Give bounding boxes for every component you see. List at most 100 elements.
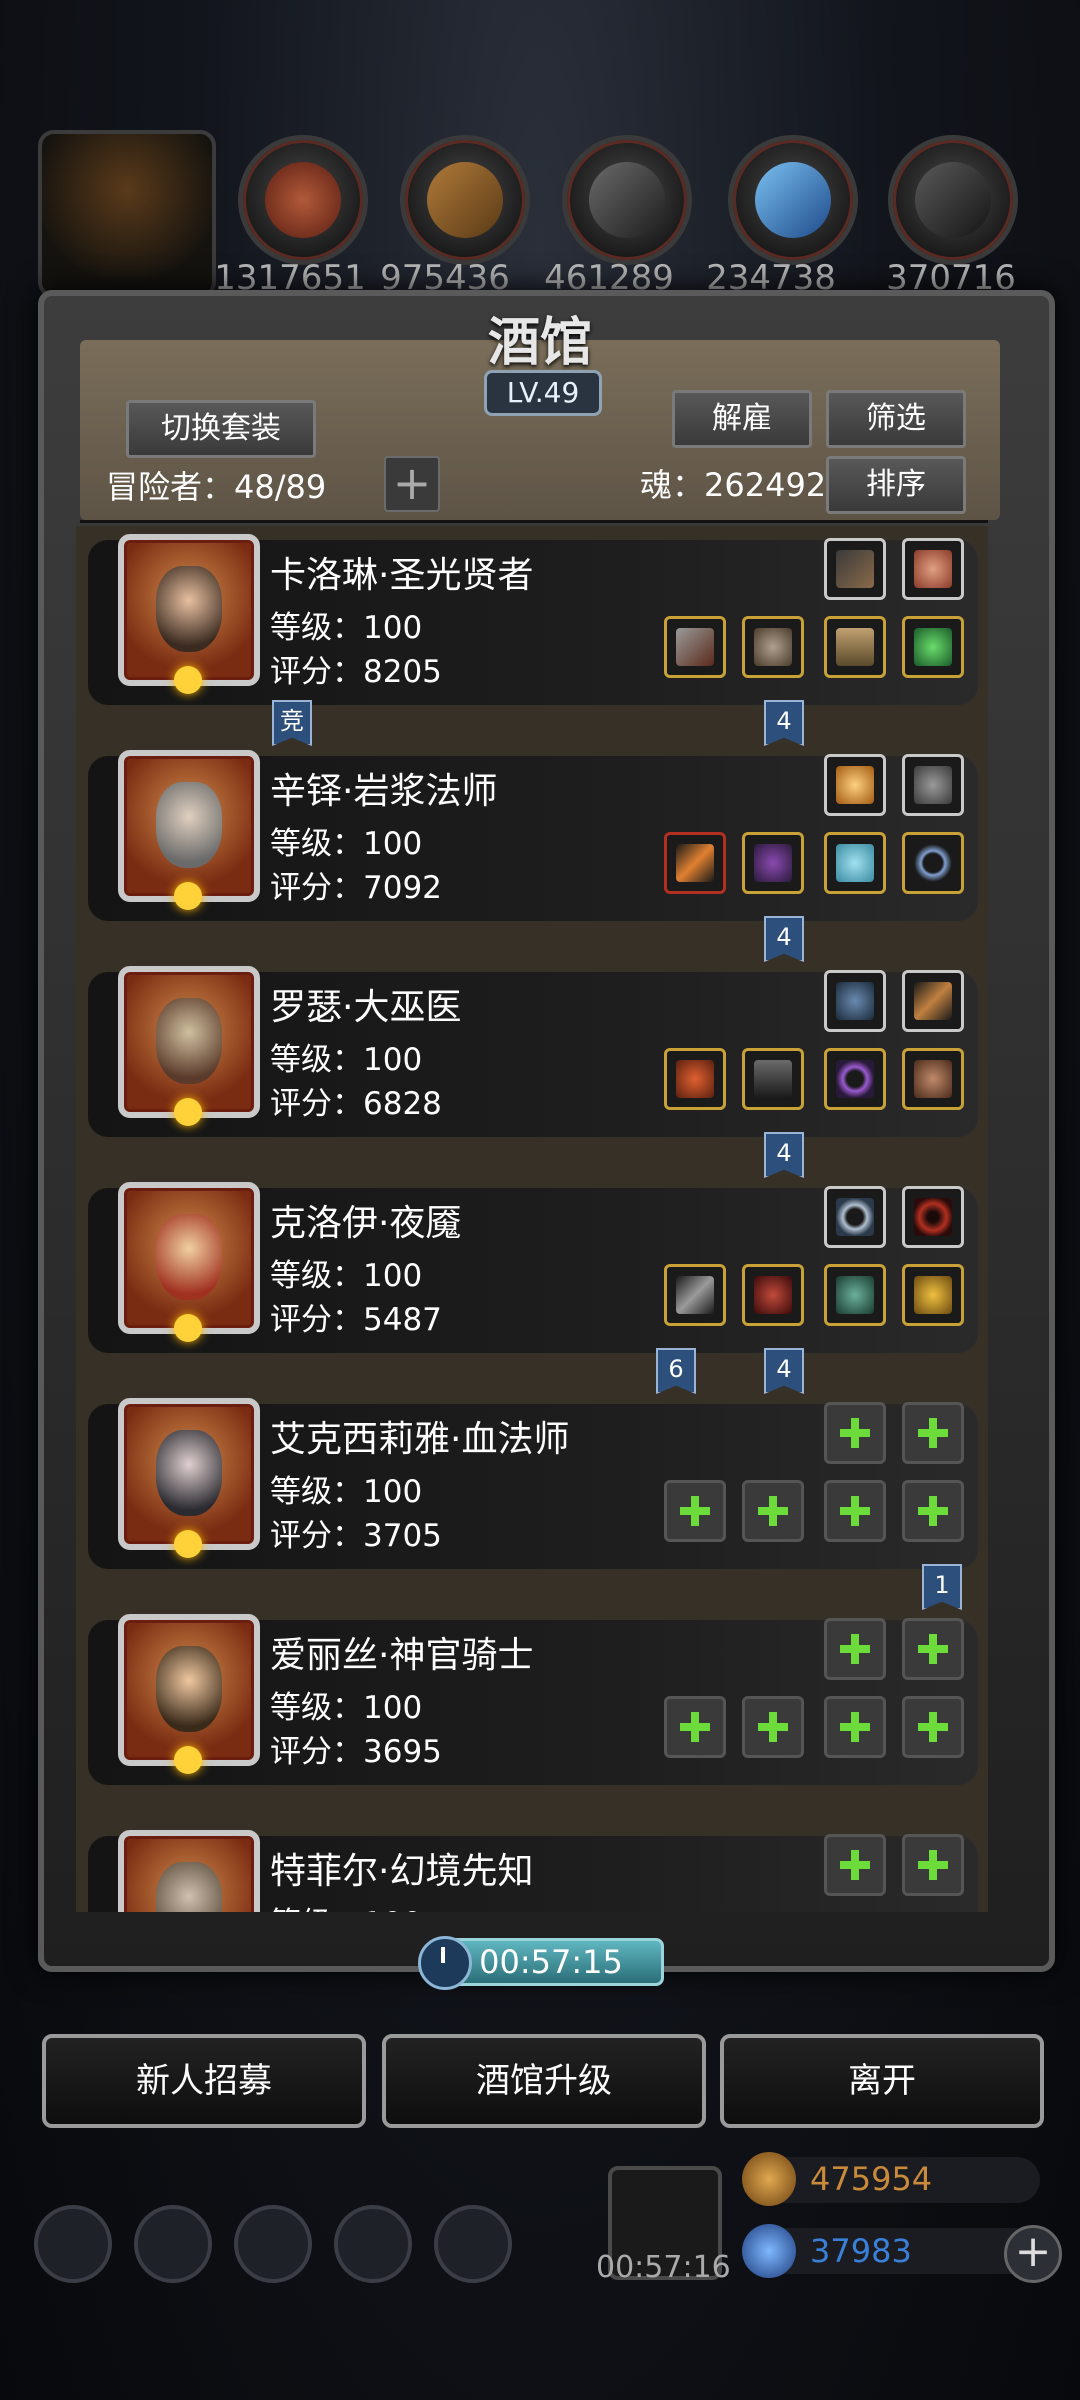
wood-icon[interactable]	[400, 135, 530, 265]
hero-level: 等级：100	[270, 1474, 423, 1510]
hero-portrait[interactable]	[118, 1398, 260, 1558]
moon-icon	[174, 1314, 202, 1342]
shield-icon[interactable]	[234, 2205, 312, 2283]
empty-slot-icon[interactable]	[824, 1834, 886, 1896]
hero-portrait[interactable]	[118, 534, 260, 694]
hero-row[interactable]: 特菲尔·幻境先知 等级：100	[88, 1830, 978, 1912]
empty-slot-icon[interactable]	[902, 1834, 964, 1896]
hero-name: 罗瑟·大巫医	[270, 987, 462, 1028]
empty-slot-icon[interactable]	[902, 1480, 964, 1542]
mace-icon[interactable]	[664, 1048, 726, 1110]
hero-name: 艾克西莉雅·血法师	[270, 1419, 570, 1460]
hero-score: 评分：3705	[270, 1518, 442, 1554]
hero-portrait[interactable]	[118, 1614, 260, 1774]
red-armor-icon[interactable]	[742, 1264, 804, 1326]
filter-button[interactable]: 筛选	[826, 390, 966, 448]
empty-slot-icon[interactable]	[824, 1618, 886, 1680]
settings-icon[interactable]	[34, 2205, 112, 2283]
empty-slot-icon[interactable]	[824, 1480, 886, 1542]
empty-slot-icon[interactable]	[824, 1696, 886, 1758]
hero-portrait[interactable]	[118, 1182, 260, 1342]
hero-row[interactable]: 艾克西莉雅·血法师 等级：100 评分：3705 1	[88, 1398, 978, 1610]
add-currency-button[interactable]: +	[1004, 2225, 1062, 2283]
gold-ring-icon[interactable]	[902, 1264, 964, 1326]
armor-icon[interactable]	[742, 616, 804, 678]
amulet-icon[interactable]	[824, 832, 886, 894]
dagger-icon[interactable]	[902, 970, 964, 1032]
rune-stone-icon[interactable]	[902, 754, 964, 816]
hero-score: 评分：8205	[270, 654, 442, 690]
potion-icon[interactable]	[824, 970, 886, 1032]
leaf-amulet-icon[interactable]	[902, 616, 964, 678]
scroll-icon[interactable]	[902, 538, 964, 600]
hero-score: 评分：6828	[270, 1086, 442, 1122]
gem-icon	[742, 2224, 796, 2278]
gun-icon[interactable]	[824, 538, 886, 600]
empty-slot-icon[interactable]	[742, 1480, 804, 1542]
hero-score: 评分：3695	[270, 1734, 442, 1770]
ring-icon[interactable]	[902, 832, 964, 894]
gold-value: 475954	[810, 2160, 933, 2198]
hero-row[interactable]: 爱丽丝·神官骑士 等级：100 评分：3695	[88, 1614, 978, 1785]
hero-level: 等级：100	[270, 1042, 423, 1078]
crystal-icon[interactable]	[728, 135, 858, 265]
empty-slot-icon[interactable]	[902, 1402, 964, 1464]
empty-slot-icon[interactable]	[664, 1480, 726, 1542]
tag-badge: 1	[922, 1564, 962, 1610]
upgrade-button[interactable]: 酒馆升级	[382, 2034, 706, 2128]
bangle-icon[interactable]	[824, 1048, 886, 1110]
moon-icon	[174, 666, 202, 694]
hero-portrait[interactable]	[118, 966, 260, 1126]
meat-icon[interactable]	[238, 135, 368, 265]
mail-icon[interactable]	[334, 2205, 412, 2283]
sword-icon[interactable]	[664, 1264, 726, 1326]
cloak-icon[interactable]	[742, 1048, 804, 1110]
star-icon[interactable]	[134, 2205, 212, 2283]
hero-name: 克洛伊·夜魇	[270, 1203, 462, 1244]
chain-ring-icon[interactable]	[824, 1186, 886, 1248]
trophy-icon[interactable]	[824, 754, 886, 816]
hammer-icon[interactable]	[664, 616, 726, 678]
sort-button[interactable]: 排序	[826, 456, 966, 514]
empty-slot-icon[interactable]	[824, 1402, 886, 1464]
hero-portrait[interactable]	[118, 750, 260, 910]
recruit-button[interactable]: 新人招募	[42, 2034, 366, 2128]
hero-level: 等级：100	[270, 1258, 423, 1294]
tag-badge: 4	[764, 1132, 804, 1178]
hero-row[interactable]: 卡洛琳·圣光贤者 等级：100 评分：8205 竞 4	[88, 534, 978, 746]
add-slot-button[interactable]: +	[384, 456, 440, 512]
hero-list[interactable]: 卡洛琳·圣光贤者 等级：100 评分：8205 竞 4 辛铎·岩浆法师 等级：1…	[76, 526, 988, 1912]
empty-slot-icon[interactable]	[664, 1696, 726, 1758]
hero-score: 评分：5487	[270, 1302, 442, 1338]
level-badge: LV.49	[484, 370, 602, 416]
empty-slot-icon[interactable]	[742, 1696, 804, 1758]
hero-level: 等级：100	[270, 610, 423, 646]
hooded-figure-icon[interactable]	[38, 130, 216, 298]
charm-icon[interactable]	[902, 1048, 964, 1110]
header-divider	[80, 520, 988, 523]
soul-count: 魂：262492	[640, 466, 827, 504]
empty-slot-icon[interactable]	[902, 1618, 964, 1680]
skull-icon[interactable]	[434, 2205, 512, 2283]
robe-icon[interactable]	[742, 832, 804, 894]
moon-icon	[174, 1746, 202, 1774]
bracer-icon[interactable]	[824, 616, 886, 678]
staff-icon[interactable]	[664, 832, 726, 894]
hero-row[interactable]: 辛铎·岩浆法师 等级：100 评分：7092 4	[88, 750, 978, 962]
tag-badge: 竞	[272, 700, 312, 746]
page-title: 酒馆	[487, 312, 592, 373]
stone-icon[interactable]	[888, 135, 1018, 265]
hero-row[interactable]: 克洛伊·夜魇 等级：100 评分：5487 6 4	[88, 1182, 978, 1394]
iron-icon[interactable]	[562, 135, 692, 265]
hero-row[interactable]: 罗瑟·大巫医 等级：100 评分：6828 4	[88, 966, 978, 1178]
hero-name: 爱丽丝·神官骑士	[270, 1635, 534, 1676]
empty-slot-icon[interactable]	[902, 1696, 964, 1758]
vortex-icon[interactable]	[902, 1186, 964, 1248]
hero-level: 等级：100	[270, 1898, 422, 1912]
moon-icon	[174, 882, 202, 910]
leave-button[interactable]: 离开	[720, 2034, 1044, 2128]
switch-outfit-button[interactable]: 切换套装	[126, 400, 316, 458]
jade-bracer-icon[interactable]	[824, 1264, 886, 1326]
hero-portrait[interactable]	[118, 1830, 260, 1912]
dismiss-button[interactable]: 解雇	[672, 390, 812, 448]
